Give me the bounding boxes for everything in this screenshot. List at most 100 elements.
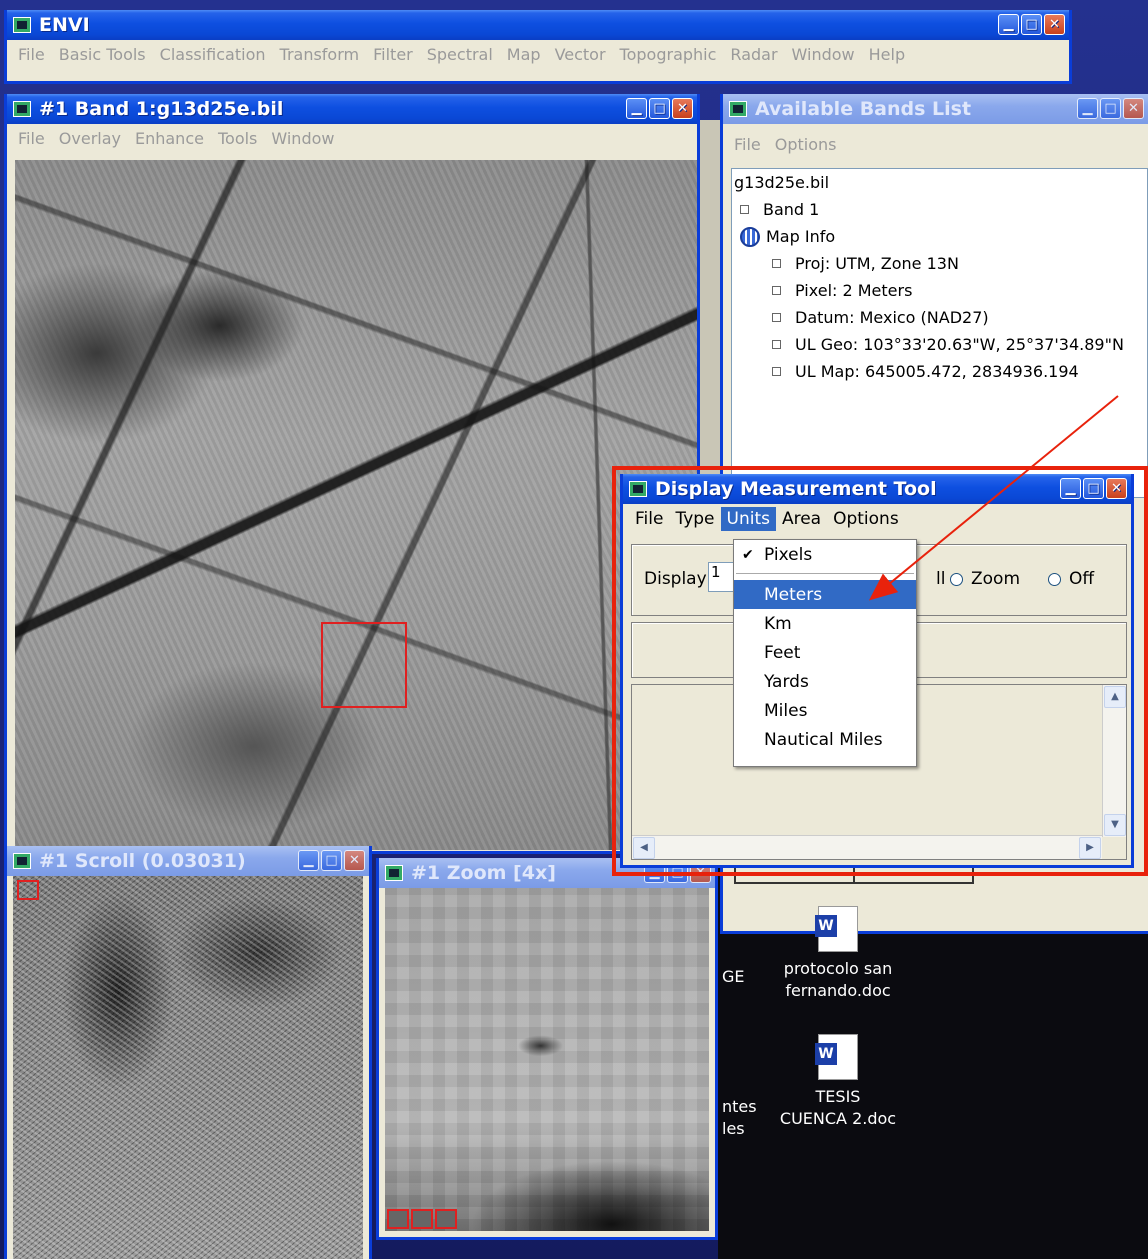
file-name: g13d25e.bil	[734, 173, 830, 192]
menu-topographic[interactable]: Topographic	[613, 45, 724, 64]
envi-titlebar[interactable]: ENVI ▁ □ ✕	[7, 10, 1069, 40]
measure-menu-type[interactable]: Type	[669, 507, 720, 531]
desktop-icon-tesis[interactable]: TESIS CUENCA 2.doc	[776, 1034, 900, 1130]
zoom-locator-box[interactable]	[321, 622, 407, 708]
info-square-icon	[772, 286, 781, 295]
scroll-left-icon[interactable]: ◀	[633, 837, 655, 859]
desktop-icon-label: CUENCA 2.doc	[779, 1109, 897, 1128]
tree-info-item[interactable]: UL Geo: 103°33'20.63"W, 25°37'34.89"N	[732, 331, 1147, 358]
scroll-up-icon[interactable]: ▲	[1104, 686, 1126, 708]
bands-app-icon	[729, 101, 747, 117]
maximize-button[interactable]: □	[321, 850, 342, 871]
menu-vector[interactable]: Vector	[548, 45, 613, 64]
envi-title: ENVI	[39, 14, 90, 36]
minimize-button[interactable]: ▁	[998, 14, 1019, 35]
desktop-partial-label: les	[722, 1119, 745, 1138]
units-item-pixels[interactable]: ✔ Pixels	[734, 540, 916, 569]
scroll-titlebar[interactable]: #1 Scroll (0.03031) ▁ □ ✕	[7, 846, 369, 876]
info-ul-geo: UL Geo: 103°33'20.63"W, 25°37'34.89"N	[795, 335, 1124, 354]
measure-menu-units[interactable]: Units	[720, 507, 776, 531]
measure-menu-file[interactable]: File	[629, 507, 669, 531]
measure-menu-area[interactable]: Area	[776, 507, 827, 531]
tree-info-item[interactable]: Proj: UTM, Zone 13N	[732, 250, 1147, 277]
desktop-icon-protocolo[interactable]: protocolo san fernando.doc	[776, 906, 900, 1002]
tree-file-node[interactable]: g13d25e.bil	[732, 169, 1147, 196]
band-menu-overlay[interactable]: Overlay	[52, 129, 128, 148]
menu-radar[interactable]: Radar	[723, 45, 784, 64]
units-item-yards[interactable]: Yards	[734, 667, 916, 696]
scroll-locator-box[interactable]	[17, 880, 39, 900]
tree-info-item[interactable]: Datum: Mexico (NAD27)	[732, 304, 1147, 331]
bands-titlebar[interactable]: Available Bands List ▁ □ ✕	[723, 94, 1148, 124]
minimize-button[interactable]: ▁	[1077, 98, 1098, 119]
zoom-in-button[interactable]	[411, 1209, 433, 1229]
menu-map[interactable]: Map	[500, 45, 548, 64]
maximize-button[interactable]: □	[649, 98, 670, 119]
word-doc-icon	[815, 906, 858, 952]
close-button[interactable]: ✕	[344, 850, 365, 871]
desktop-partial-label: GE	[722, 967, 745, 986]
menu-filter[interactable]: Filter	[366, 45, 420, 64]
units-item-km[interactable]: Km	[734, 609, 916, 638]
close-button[interactable]: ✕	[1123, 98, 1144, 119]
tree-map-info-node[interactable]: Map Info	[732, 223, 1147, 250]
band-menu-file[interactable]: File	[11, 129, 52, 148]
menu-window[interactable]: Window	[785, 45, 862, 64]
menu-help[interactable]: Help	[862, 45, 912, 64]
radio-zoom[interactable]: Zoom	[950, 569, 1020, 589]
band-menu-tools[interactable]: Tools	[211, 129, 264, 148]
zoom-image[interactable]	[385, 888, 709, 1231]
tree-info-item[interactable]: Pixel: 2 Meters	[732, 277, 1147, 304]
menu-transform[interactable]: Transform	[273, 45, 367, 64]
minimize-button[interactable]: ▁	[1060, 478, 1081, 499]
minimize-button[interactable]: ▁	[626, 98, 647, 119]
info-square-icon	[772, 259, 781, 268]
minimize-button[interactable]: ▁	[298, 850, 319, 871]
maximize-button[interactable]: □	[1100, 98, 1121, 119]
checkmark-icon: ✔	[742, 546, 754, 563]
radio-off[interactable]: Off	[1048, 569, 1094, 589]
tree-band-node[interactable]: Band 1	[732, 196, 1147, 223]
scroll-down-icon[interactable]: ▼	[1104, 814, 1126, 836]
zoom-window: #1 Zoom [4x] ▁ □ ✕	[376, 858, 718, 1240]
close-button[interactable]: ✕	[1106, 478, 1127, 499]
bands-menu-file[interactable]: File	[727, 135, 768, 154]
menu-basic-tools[interactable]: Basic Tools	[52, 45, 153, 64]
units-miles-label: Miles	[764, 700, 808, 721]
word-doc-icon	[815, 1034, 858, 1080]
band-app-icon	[13, 101, 31, 117]
map-info-label: Map Info	[766, 227, 836, 246]
desktop-partial-label: ntes	[722, 1097, 757, 1116]
envi-app-icon	[13, 17, 31, 33]
horizontal-scrollbar[interactable]: ◀ ▶	[632, 835, 1102, 859]
zoom-toggle-button[interactable]	[435, 1209, 457, 1229]
scroll-right-icon[interactable]: ▶	[1079, 837, 1101, 859]
band-menu-enhance[interactable]: Enhance	[128, 129, 211, 148]
band-menu-window[interactable]: Window	[264, 129, 341, 148]
bands-tree-panel: g13d25e.bil Band 1 Map Info Proj: UTM, Z…	[731, 168, 1148, 498]
close-button[interactable]: ✕	[672, 98, 693, 119]
tree-info-item[interactable]: UL Map: 645005.472, 2834936.194	[732, 358, 1147, 385]
units-item-feet[interactable]: Feet	[734, 638, 916, 667]
measure-titlebar[interactable]: Display Measurement Tool ▁ □ ✕	[623, 474, 1131, 504]
menu-spectral[interactable]: Spectral	[420, 45, 500, 64]
desktop-icon-label: protocolo san	[783, 959, 893, 978]
bands-menu-options[interactable]: Options	[768, 135, 844, 154]
menu-classification[interactable]: Classification	[153, 45, 273, 64]
measure-menu-options[interactable]: Options	[827, 507, 905, 531]
info-proj: Proj: UTM, Zone 13N	[795, 254, 959, 273]
maximize-button[interactable]: □	[1083, 478, 1104, 499]
units-item-nautical-miles[interactable]: Nautical Miles	[734, 725, 916, 754]
maximize-button[interactable]: □	[1021, 14, 1042, 35]
radio-image-partial[interactable]: ll	[936, 569, 945, 589]
units-item-meters[interactable]: Meters	[734, 580, 916, 609]
close-button[interactable]: ✕	[1044, 14, 1065, 35]
measure-title: Display Measurement Tool	[655, 478, 937, 500]
units-item-miles[interactable]: Miles	[734, 696, 916, 725]
scroll-overview-image[interactable]	[13, 876, 363, 1259]
satellite-image[interactable]	[15, 160, 697, 850]
band-titlebar[interactable]: #1 Band 1:g13d25e.bil ▁ □ ✕	[7, 94, 697, 124]
menu-file[interactable]: File	[11, 45, 52, 64]
vertical-scrollbar[interactable]: ▲ ▼	[1102, 685, 1126, 837]
zoom-out-button[interactable]	[387, 1209, 409, 1229]
